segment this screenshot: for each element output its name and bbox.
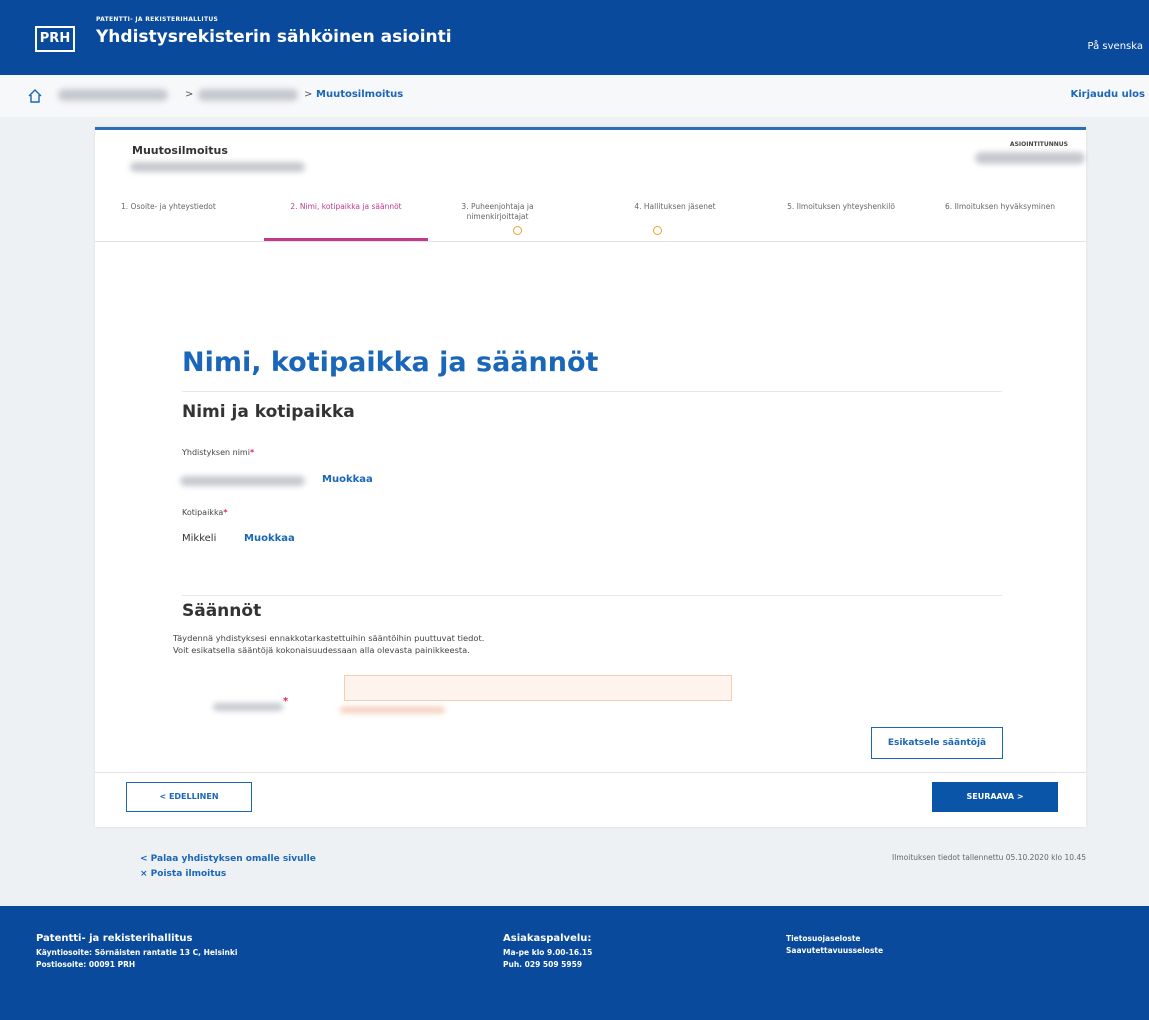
breadcrumb-current: Muutosilmoitus (316, 89, 404, 100)
form-card: Muutosilmoitus ASIOINTITUNNUS 1. Osoite-… (95, 127, 1086, 827)
privacy-link[interactable]: Tietosuojaseloste (786, 933, 883, 945)
required-marker: * (223, 508, 228, 517)
accessibility-link[interactable]: Saavutettavuusseloste (786, 945, 883, 957)
preview-rules-button[interactable]: Esikatsele sääntöjä (871, 727, 1003, 759)
page-footer: Patentti- ja rekisterihallitus Käyntioso… (0, 906, 1149, 1020)
page-title: Nimi, kotipaikka ja säännöt (182, 347, 599, 378)
home-municipality-value: Mikkeli (182, 533, 217, 544)
step-4[interactable]: 4. Hallituksen jäsenet (620, 202, 730, 212)
card-subtitle-redacted (130, 162, 305, 172)
edit-home-link[interactable]: Muokkaa (244, 533, 295, 544)
footer-service-head: Asiakaspalvelu: (503, 933, 592, 944)
previous-button[interactable]: < EDELLINEN (126, 782, 252, 812)
required-marker: * (249, 448, 255, 457)
breadcrumb-redacted-2[interactable] (198, 89, 298, 101)
divider (182, 391, 1002, 392)
association-name-label-text: Yhdistyksen nimi (182, 448, 250, 457)
rules-description-1: Täydennä yhdistyksesi ennakkotarkastettu… (173, 633, 485, 643)
logout-link[interactable]: Kirjaudu ulos (1070, 89, 1145, 100)
id-value-redacted (975, 152, 1085, 164)
divider (95, 772, 1086, 773)
rule-input[interactable] (344, 675, 732, 701)
breadcrumb: > > Muutosilmoitus Kirjaudu ulos (0, 75, 1149, 117)
rules-description-2: Voit esikatsella sääntöjä kokonaisuudess… (173, 645, 470, 655)
home-municipality-label-text: Kotipaikka (182, 508, 224, 517)
delete-notification-link[interactable]: × Poista ilmoitus (140, 867, 316, 882)
breadcrumb-separator: > (185, 89, 194, 100)
footer-visit-address: Käyntiosoite: Sörnäisten rantatie 13 C, … (36, 948, 238, 957)
app-title: Yhdistysrekisterin sähköinen asiointi (96, 27, 452, 47)
org-name: PATENTTI- JA REKISTERIHALLITUS (96, 16, 219, 23)
footer-service-phone: Puh. 029 509 5959 (503, 960, 583, 969)
step-tabs: 1. Osoite- ja yhteystiedot 2. Nimi, koti… (95, 190, 1086, 242)
footer-links: Tietosuojaseloste Saavutettavuusseloste (786, 933, 883, 957)
footer-org-name: Patentti- ja rekisterihallitus (36, 933, 193, 944)
divider (182, 595, 1002, 596)
warning-icon (513, 226, 522, 235)
active-step-indicator (264, 238, 428, 241)
warning-icon (653, 226, 662, 235)
next-button[interactable]: SEURAAVA > (932, 782, 1058, 812)
home-icon[interactable] (27, 88, 43, 104)
association-name-value-redacted (180, 476, 305, 486)
footer-service: Asiakaspalvelu: Ma-pe klo 9.00-16.15 Puh… (503, 933, 592, 971)
footer-post-address: Postiosoite: 00091 PRH (36, 960, 136, 969)
step-1[interactable]: 1. Osoite- ja yhteystiedot (121, 202, 261, 212)
rule-field-label-redacted (213, 703, 283, 711)
language-link[interactable]: På svenska (1088, 41, 1143, 52)
section-title-rules: Säännöt (182, 601, 262, 621)
id-label: ASIOINTITUNNUS (1009, 141, 1068, 148)
breadcrumb-redacted-1[interactable] (58, 89, 168, 101)
association-name-label: Yhdistyksen nimi* (182, 448, 254, 457)
saved-timestamp: Ilmoituksen tiedot tallennettu 05.10.202… (892, 853, 1086, 862)
prh-logo[interactable]: PRH (35, 26, 75, 52)
footer-org: Patentti- ja rekisterihallitus Käyntioso… (36, 933, 237, 971)
edit-name-link[interactable]: Muokkaa (322, 474, 373, 485)
home-municipality-label: Kotipaikka* (182, 508, 228, 517)
footer-service-hours: Ma-pe klo 9.00-16.15 (503, 948, 593, 957)
page-links: < Palaa yhdistyksen omalle sivulle × Poi… (140, 852, 316, 882)
breadcrumb-separator: > (304, 89, 313, 100)
required-marker: * (283, 696, 289, 707)
step-3[interactable]: 3. Puheenjohtaja ja nimenkirjoittajat (450, 202, 545, 222)
back-to-association-link[interactable]: < Palaa yhdistyksen omalle sivulle (140, 852, 316, 867)
step-2[interactable]: 2. Nimi, kotipaikka ja säännöt (264, 202, 428, 212)
rule-input-error-redacted (340, 707, 445, 713)
card-title: Muutosilmoitus (132, 144, 228, 157)
section-title-name: Nimi ja kotipaikka (182, 402, 355, 422)
step-5[interactable]: 5. Ilmoituksen yhteyshenkilö (771, 202, 911, 212)
step-6[interactable]: 6. Ilmoituksen hyväksyminen (925, 202, 1075, 212)
top-header: PRH PATENTTI- JA REKISTERIHALLITUS Yhdis… (0, 0, 1149, 75)
